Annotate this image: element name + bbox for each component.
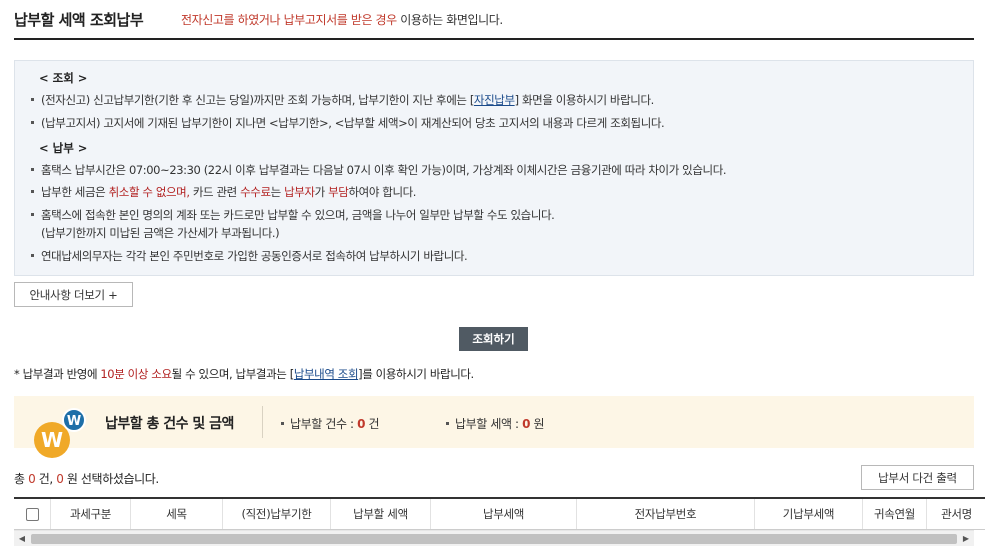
notice-text: 하여야 합니다. (348, 185, 417, 199)
notice-text: ] 화면을 이용하시기 바랍니다. (514, 93, 655, 107)
selection-text: 총 (14, 472, 29, 486)
page-title: 납부할 세액 조회납부 (14, 11, 144, 29)
scroll-left-icon[interactable]: ◀ (14, 531, 30, 547)
won-coin-small-icon: W (62, 408, 86, 432)
summary-title: 납부할 총 건수 및 금액 (105, 416, 234, 432)
column-header: 과세구분 (50, 499, 130, 529)
notice-section-payment-title: < 납부 > (39, 141, 88, 155)
column-header: 납부세액 (430, 499, 576, 529)
page-subtitle: 전자신고를 하였거나 납부고지서를 받은 경우 이용하는 화면입니다. (181, 11, 503, 28)
notice-text: 카드 관련 (189, 185, 241, 199)
payment-count-value: 0 (357, 417, 366, 431)
notice-text: 홈택스 납부시간은 07:00~23:30 (22시 이후 납부결과는 다음날 … (41, 163, 727, 177)
notice-line: 연대납세의무자는 각각 본인 주민번호로 가입한 공동인증서로 접속하여 납부하… (31, 248, 468, 264)
notice-warning-text: 부담 (328, 185, 349, 199)
column-header: 기납부세액 (754, 499, 862, 529)
notice-section-inquiry-title: < 조회 > (39, 71, 88, 85)
column-header: 관서명 (926, 499, 985, 529)
bullet-icon (281, 422, 284, 425)
column-header: 전자납부번호 (576, 499, 754, 529)
bulk-print-button[interactable]: 납부서 다건 출력 (861, 465, 974, 490)
notice-text: 는 (270, 185, 285, 199)
column-header: 납부할 세액 (330, 499, 430, 529)
notice-text: 가 (314, 185, 329, 199)
payment-table-header: 과세구분 세목 (직전)납부기한 납부할 세액 납부세액 전자납부번호 기납부세… (14, 497, 985, 530)
select-all-cell (14, 499, 50, 529)
notice-text: 납부한 세금은 (41, 185, 109, 199)
payment-amount-value: 0 (522, 417, 531, 431)
self-payment-link[interactable]: 자진납부 (474, 93, 515, 107)
payment-summary-box: W W 납부할 총 건수 및 금액 납부할 건수 : 0 건 납부할 세액 : … (14, 396, 974, 458)
notice-line: (납부고지서) 고지서에 기재된 납부기한이 지나면 <납부기한>, <납부할 … (31, 115, 665, 131)
selection-info: 총 0 건, 0 원 선택하셨습니다. (14, 470, 159, 487)
summary-divider (262, 406, 263, 438)
note-text: 될 수 있으며, 납부결과는 [ (171, 367, 295, 381)
notice-warning-text: 취소할 수 없으며, (108, 185, 190, 199)
column-header: 세목 (130, 499, 222, 529)
search-button[interactable]: 조회하기 (459, 327, 528, 351)
stat-label: 납부할 건수 : (290, 417, 358, 431)
note-text: * 납부결과 반영에 (14, 367, 101, 381)
notice-text: 홈택스에 접속한 본인 명의의 계좌 또는 카드로만 납부할 수 있으며, 금액… (41, 208, 555, 222)
bullet-icon (31, 121, 34, 124)
notice-box: < 조회 > (전자신고) 신고납부기한(기한 후 신고는 당일)까지만 조회 … (14, 60, 974, 276)
stat-unit: 건 (365, 417, 380, 431)
payment-amount-stat: 납부할 세액 : 0 원 (446, 415, 545, 432)
column-header: 귀속연월 (862, 499, 926, 529)
notice-warning-text: 납부자 (284, 185, 315, 199)
notice-line: 홈택스에 접속한 본인 명의의 계좌 또는 카드로만 납부할 수 있으며, 금액… (31, 207, 555, 223)
more-info-button[interactable]: 안내사항 더보기 + (14, 282, 133, 307)
scroll-right-icon[interactable]: ▶ (958, 531, 974, 547)
notice-warning-text: 수수료 (240, 185, 271, 199)
stat-unit: 원 (530, 417, 545, 431)
subtitle-highlight: 전자신고를 하였거나 납부고지서를 받은 경우 (181, 13, 397, 27)
scrollbar-thumb[interactable] (31, 534, 957, 544)
note-text: ]를 이용하시기 바랍니다. (358, 367, 474, 381)
payment-history-link[interactable]: 납부내역 조회 (294, 367, 359, 381)
select-all-checkbox[interactable] (25, 508, 39, 521)
bullet-icon (31, 190, 34, 193)
selection-text: 건, (35, 472, 57, 486)
notice-text: (납부고지서) 고지서에 기재된 납부기한이 지나면 <납부기한>, <납부할 … (41, 116, 665, 130)
stat-label: 납부할 세액 : (455, 417, 523, 431)
payment-count-stat: 납부할 건수 : 0 건 (281, 415, 380, 432)
won-badge-icon: W W (34, 408, 86, 458)
note-warning-text: 10분 이상 소요 (100, 367, 172, 381)
bullet-icon (31, 168, 34, 171)
notice-text: (전자신고) 신고납부기한(기한 후 신고는 당일)까지만 조회 가능하며, 납… (41, 93, 474, 107)
notice-subline: (납부기한까지 미납된 금액은 가산세가 부과됩니다.) (41, 226, 280, 240)
notice-line: (전자신고) 신고납부기한(기한 후 신고는 당일)까지만 조회 가능하며, 납… (31, 92, 654, 108)
payment-result-note: * 납부결과 반영에 10분 이상 소요될 수 있으며, 납부결과는 [납부내역… (14, 366, 474, 382)
horizontal-scrollbar[interactable]: ◀ ▶ (14, 530, 974, 546)
column-header: (직전)납부기한 (222, 499, 330, 529)
selection-text: 원 선택하셨습니다. (63, 472, 159, 486)
notice-line: 홈택스 납부시간은 07:00~23:30 (22시 이후 납부결과는 다음날 … (31, 162, 727, 178)
bullet-icon (446, 422, 449, 425)
bullet-icon (31, 213, 34, 216)
notice-text: 연대납세의무자는 각각 본인 주민번호로 가입한 공동인증서로 접속하여 납부하… (41, 249, 468, 263)
notice-line: 납부한 세금은 취소할 수 없으며, 카드 관련 수수료는 납부자가 부담하여야… (31, 184, 416, 200)
subtitle-text: 이용하는 화면입니다. (396, 13, 503, 27)
bullet-icon (31, 98, 34, 101)
bullet-icon (31, 254, 34, 257)
page-header: 납부할 세액 조회납부 전자신고를 하였거나 납부고지서를 받은 경우 이용하는… (14, 6, 974, 40)
